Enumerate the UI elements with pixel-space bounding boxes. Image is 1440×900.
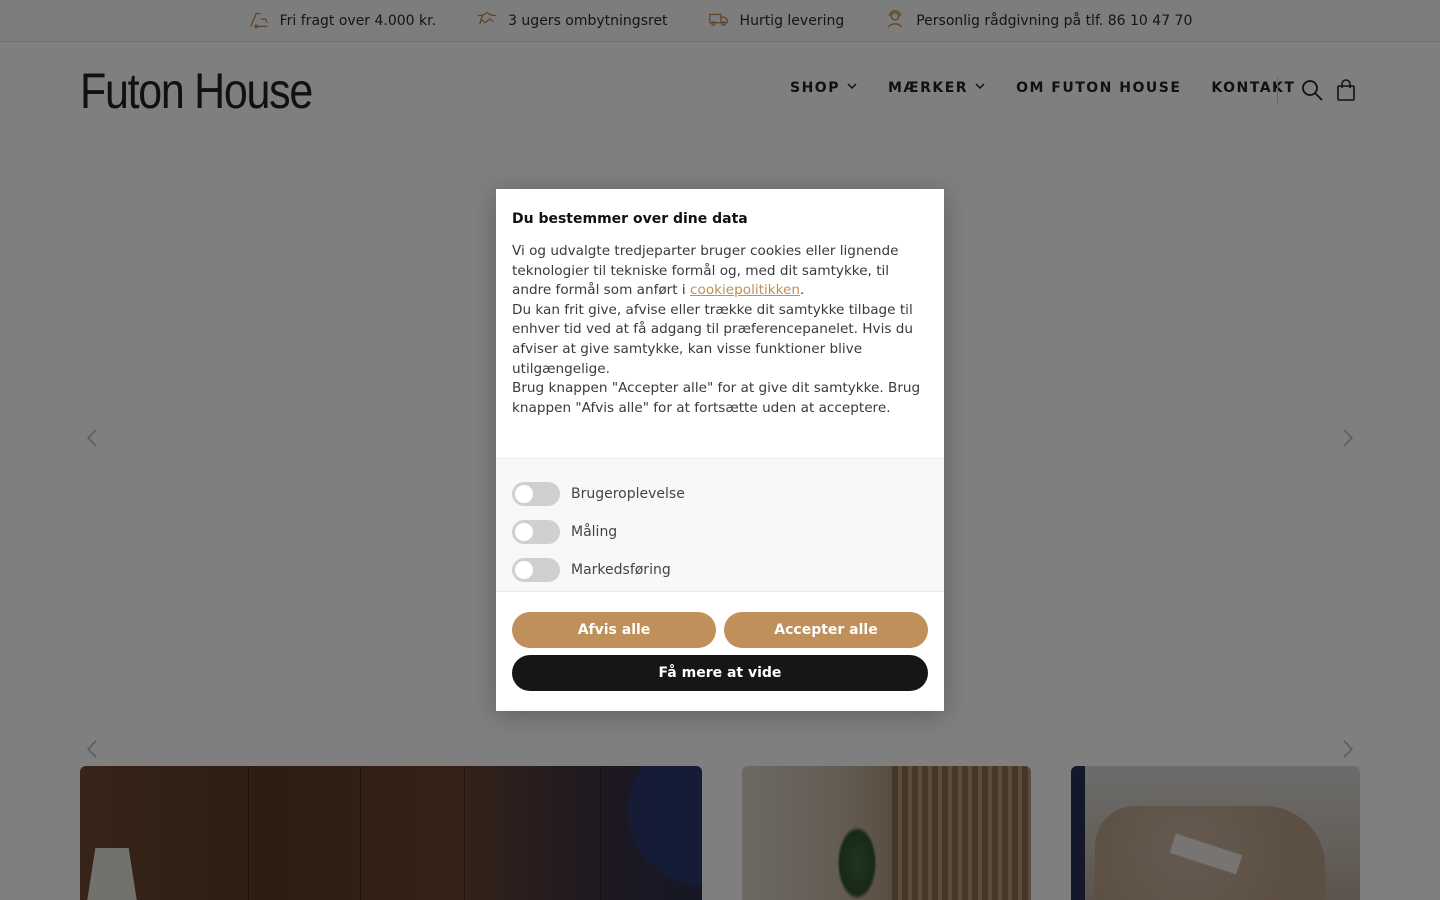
dialog-text: Vi og udvalgte tredjeparter bruger cooki… [512, 242, 928, 418]
user-experience-toggle[interactable] [512, 482, 560, 506]
consent-toggles: Brugeroplevelse Måling Markedsføring [496, 458, 944, 592]
accept-all-button[interactable]: Accepter alle [724, 612, 928, 648]
toggle-label: Markedsføring [571, 562, 671, 578]
dialog-paragraph-1: Vi og udvalgte tredjeparter bruger cooki… [512, 242, 928, 301]
paragraph-end: . [800, 282, 805, 299]
dialog-body: Du bestemmer over dine data Vi og udvalg… [496, 189, 944, 459]
toggle-row-marketing: Markedsføring [512, 551, 928, 589]
learn-more-button[interactable]: Få mere at vide [512, 655, 928, 691]
marketing-toggle[interactable] [512, 558, 560, 582]
cookie-consent-dialog: Du bestemmer over dine data Vi og udvalg… [496, 189, 944, 711]
reject-all-button[interactable]: Afvis alle [512, 612, 716, 648]
dialog-paragraph-3: Brug knappen "Accepter alle" for at give… [512, 380, 921, 416]
toggle-label: Måling [571, 524, 618, 540]
toggle-row-measurement: Måling [512, 513, 928, 551]
cookie-policy-link[interactable]: cookiepolitikken [690, 282, 800, 298]
toggle-row-user-experience: Brugeroplevelse [512, 475, 928, 513]
dialog-paragraph-2: Du kan frit give, afvise eller trække di… [512, 301, 913, 377]
toggle-label: Brugeroplevelse [571, 486, 685, 502]
dialog-title: Du bestemmer over dine data [512, 211, 748, 227]
measurement-toggle[interactable] [512, 520, 560, 544]
